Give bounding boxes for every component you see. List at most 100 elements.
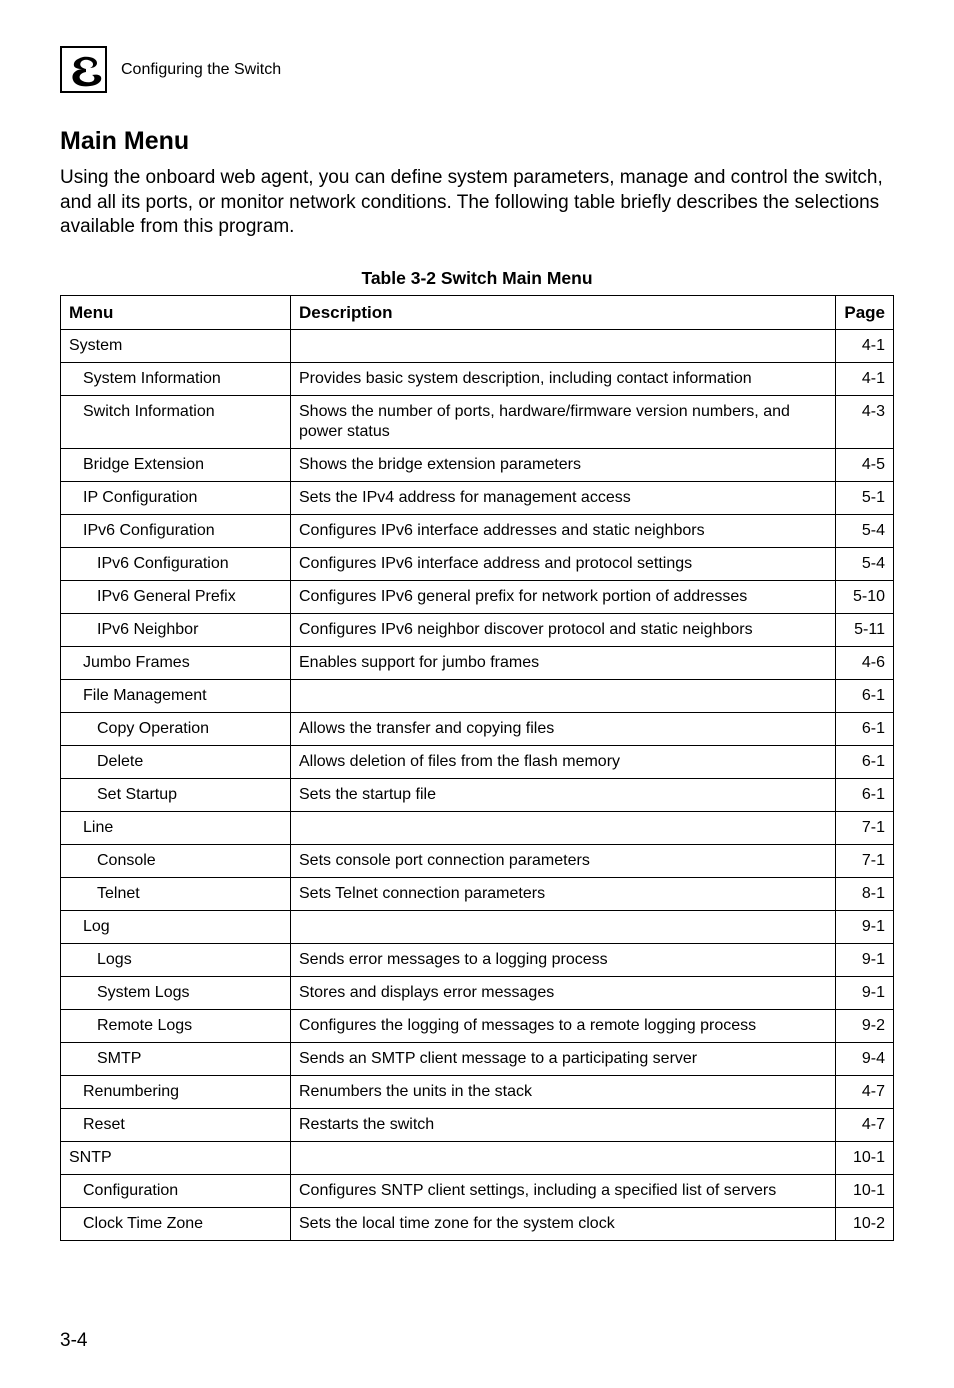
table-row: Set StartupSets the startup file6-1: [61, 779, 894, 812]
table-cell-menu: Reset: [61, 1109, 291, 1142]
table-row: Log 9-1: [61, 911, 894, 944]
table-cell-description: Configures SNTP client settings, includi…: [291, 1175, 836, 1208]
table-row: Bridge ExtensionShows the bridge extensi…: [61, 449, 894, 482]
table-row: System InformationProvides basic system …: [61, 363, 894, 396]
table-cell-page: 6-1: [836, 713, 894, 746]
table-cell-page: 4-5: [836, 449, 894, 482]
table-cell-page: 9-1: [836, 977, 894, 1010]
table-cell-description: Shows the bridge extension parameters: [291, 449, 836, 482]
table-row: System LogsStores and displays error mes…: [61, 977, 894, 1010]
table-row: IPv6 NeighborConfigures IPv6 neighbor di…: [61, 614, 894, 647]
page-number: 3-4: [60, 1330, 87, 1352]
table-cell-description: Shows the number of ports, hardware/firm…: [291, 396, 836, 449]
table-cell-page: 4-7: [836, 1109, 894, 1142]
table-row: ResetRestarts the switch4-7: [61, 1109, 894, 1142]
table-row: IPv6 General PrefixConfigures IPv6 gener…: [61, 581, 894, 614]
table-cell-menu: Jumbo Frames: [61, 647, 291, 680]
table-cell-menu: System Logs: [61, 977, 291, 1010]
table-cell-page: 6-1: [836, 746, 894, 779]
table-cell-menu: Telnet: [61, 878, 291, 911]
table-row: SNTP 10-1: [61, 1142, 894, 1175]
table-cell-description: Sets the local time zone for the system …: [291, 1208, 836, 1241]
table-cell-description: Sends error messages to a logging proces…: [291, 944, 836, 977]
table-row: IP ConfigurationSets the IPv4 address fo…: [61, 482, 894, 515]
switch-main-menu-table: Menu Description Page System4-1System In…: [60, 295, 894, 1241]
table-cell-description: Enables support for jumbo frames: [291, 647, 836, 680]
table-cell-description: Sets console port connection parameters: [291, 845, 836, 878]
chapter-title: Configuring the Switch: [121, 61, 281, 79]
table-cell-description: [291, 1142, 836, 1175]
table-cell-menu: Log: [61, 911, 291, 944]
table-cell-menu: Console: [61, 845, 291, 878]
table-row: Line7-1: [61, 812, 894, 845]
table-cell-menu: System: [61, 330, 291, 363]
table-cell-page: 10-1: [836, 1142, 894, 1175]
table-cell-description: Configures IPv6 interface addresses and …: [291, 515, 836, 548]
table-cell-menu: SNTP: [61, 1142, 291, 1175]
table-cell-menu: System Information: [61, 363, 291, 396]
table-cell-page: 7-1: [836, 812, 894, 845]
table-cell-description: Restarts the switch: [291, 1109, 836, 1142]
table-cell-menu: Switch Information: [61, 396, 291, 449]
table-cell-page: 5-10: [836, 581, 894, 614]
table-row: Switch InformationShows the number of po…: [61, 396, 894, 449]
table-cell-menu: Remote Logs: [61, 1010, 291, 1043]
table-cell-menu: Renumbering: [61, 1076, 291, 1109]
table-cell-menu: Clock Time Zone: [61, 1208, 291, 1241]
table-row: SMTPSends an SMTP client message to a pa…: [61, 1043, 894, 1076]
table-cell-menu: Delete: [61, 746, 291, 779]
table-cell-description: Configures IPv6 neighbor discover protoc…: [291, 614, 836, 647]
table-cell-description: Sets the startup file: [291, 779, 836, 812]
table-cell-description: Stores and displays error messages: [291, 977, 836, 1010]
section-title: Main Menu: [60, 127, 894, 156]
table-cell-menu: IPv6 Neighbor: [61, 614, 291, 647]
table-cell-description: [291, 330, 836, 363]
table-cell-page: 10-1: [836, 1175, 894, 1208]
table-caption: Table 3-2 Switch Main Menu: [60, 268, 894, 289]
table-cell-page: 8-1: [836, 878, 894, 911]
table-cell-menu: IPv6 Configuration: [61, 515, 291, 548]
table-cell-menu: IPv6 General Prefix: [61, 581, 291, 614]
table-cell-menu: Configuration: [61, 1175, 291, 1208]
table-cell-description: [291, 812, 836, 845]
table-cell-description: Provides basic system description, inclu…: [291, 363, 836, 396]
table-cell-page: 5-4: [836, 515, 894, 548]
table-cell-menu: Bridge Extension: [61, 449, 291, 482]
table-cell-description: Sets Telnet connection parameters: [291, 878, 836, 911]
table-cell-page: 10-2: [836, 1208, 894, 1241]
table-cell-description: [291, 911, 836, 944]
table-row: ConsoleSets console port connection para…: [61, 845, 894, 878]
table-cell-menu: Set Startup: [61, 779, 291, 812]
table-cell-menu: SMTP: [61, 1043, 291, 1076]
table-cell-page: 6-1: [836, 779, 894, 812]
table-row: Clock Time ZoneSets the local time zone …: [61, 1208, 894, 1241]
table-cell-page: 4-7: [836, 1076, 894, 1109]
table-cell-page: 5-11: [836, 614, 894, 647]
table-cell-description: Allows deletion of files from the flash …: [291, 746, 836, 779]
table-row: File Management6-1: [61, 680, 894, 713]
table-cell-menu: Logs: [61, 944, 291, 977]
section-intro: Using the onboard web agent, you can def…: [60, 166, 894, 240]
table-cell-page: 4-6: [836, 647, 894, 680]
table-cell-page: 6-1: [836, 680, 894, 713]
table-row: Remote LogsConfigures the logging of mes…: [61, 1010, 894, 1043]
table-cell-page: 9-1: [836, 944, 894, 977]
table-row: TelnetSets Telnet connection parameters8…: [61, 878, 894, 911]
table-row: IPv6 ConfigurationConfigures IPv6 interf…: [61, 515, 894, 548]
table-row: LogsSends error messages to a logging pr…: [61, 944, 894, 977]
table-row: Copy OperationAllows the transfer and co…: [61, 713, 894, 746]
table-cell-page: 9-2: [836, 1010, 894, 1043]
table-cell-page: 9-1: [836, 911, 894, 944]
table-row: ConfigurationConfigures SNTP client sett…: [61, 1175, 894, 1208]
table-cell-description: Sends an SMTP client message to a partic…: [291, 1043, 836, 1076]
table-cell-page: 5-1: [836, 482, 894, 515]
table-row: System4-1: [61, 330, 894, 363]
table-row: DeleteAllows deletion of files from the …: [61, 746, 894, 779]
table-row: RenumberingRenumbers the units in the st…: [61, 1076, 894, 1109]
page-header: Configuring the Switch: [60, 46, 894, 93]
table-row: Jumbo FramesEnables support for jumbo fr…: [61, 647, 894, 680]
table-cell-description: Configures the logging of messages to a …: [291, 1010, 836, 1043]
table-cell-page: 9-4: [836, 1043, 894, 1076]
table-cell-description: Configures IPv6 interface address and pr…: [291, 548, 836, 581]
table-cell-page: 7-1: [836, 845, 894, 878]
